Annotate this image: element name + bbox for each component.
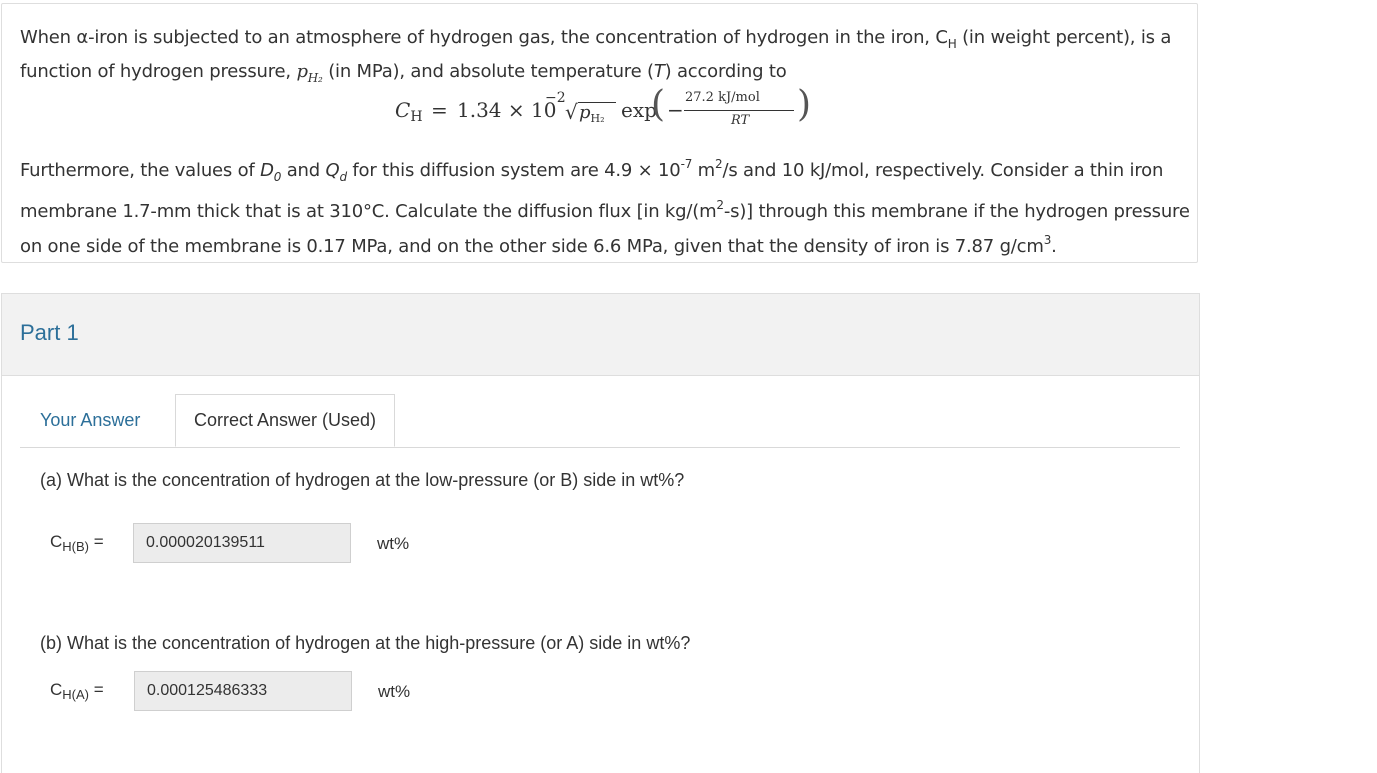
eq-open-paren: ( bbox=[651, 84, 666, 125]
t-symbol: T bbox=[653, 61, 665, 82]
question-intro: When α-iron is subjected to an atmospher… bbox=[20, 24, 1190, 92]
part-title: Part 1 bbox=[20, 320, 79, 345]
eq-sqrt-arg: pH₂ bbox=[579, 102, 605, 125]
answer-tabs: Your Answer Correct Answer (Used) bbox=[20, 394, 1180, 448]
question-card: When α-iron is subjected to an atmospher… bbox=[1, 3, 1198, 263]
ch-symbol: CH bbox=[935, 27, 957, 51]
answer-b-label: CH(A) = bbox=[50, 680, 104, 702]
answer-a-label: CH(B) = bbox=[50, 532, 104, 554]
intro-text-4: ) according to bbox=[664, 61, 787, 82]
intro-text: When α-iron is subjected to an atmospher… bbox=[20, 27, 936, 48]
answer-b-unit: wt% bbox=[378, 682, 411, 701]
answer-a-unit: wt% bbox=[377, 534, 410, 553]
eq-denominator: RT bbox=[731, 113, 750, 128]
tab-your-answer[interactable]: Your Answer bbox=[40, 394, 140, 447]
sqrt-icon: √ bbox=[565, 100, 578, 124]
hydrogen-concentration-equation: CH = 1.34 × 10 −2 √ pH₂ exp ( − 27.2 kJ/… bbox=[395, 84, 835, 140]
part-header: Part 1 bbox=[2, 294, 1199, 376]
intro-text-3: (in MPa), and absolute temperature ( bbox=[322, 61, 654, 82]
eq-minus: − bbox=[667, 98, 684, 122]
d0-symbol: D0 bbox=[260, 160, 282, 184]
p-symbol: pH₂ bbox=[296, 61, 323, 85]
qd-symbol: Qd bbox=[325, 160, 348, 184]
question-body: Furthermore, the values of D0 and Qd for… bbox=[20, 157, 1190, 257]
eq-numerator: 27.2 kJ/mol bbox=[685, 90, 760, 105]
eq-close-paren: ) bbox=[797, 84, 812, 125]
eq-coefficient: 1.34 × 10 bbox=[457, 98, 557, 122]
question-b-text: (b) What is the concentration of hydroge… bbox=[40, 633, 691, 653]
fraction-bar bbox=[684, 110, 794, 111]
answer-b-field[interactable]: 0.000125486333 bbox=[134, 671, 352, 711]
eq-exponent: −2 bbox=[545, 90, 566, 106]
eq-lhs: CH bbox=[395, 98, 423, 125]
answer-a-field[interactable]: 0.000020139511 bbox=[133, 523, 351, 563]
tab-correct-answer[interactable]: Correct Answer (Used) bbox=[175, 394, 396, 447]
part-card: Part 1 Your Answer Correct Answer (Used)… bbox=[1, 293, 1200, 773]
eq-equals: = bbox=[431, 98, 448, 122]
question-a-text: (a) What is the concentration of hydroge… bbox=[40, 470, 685, 490]
